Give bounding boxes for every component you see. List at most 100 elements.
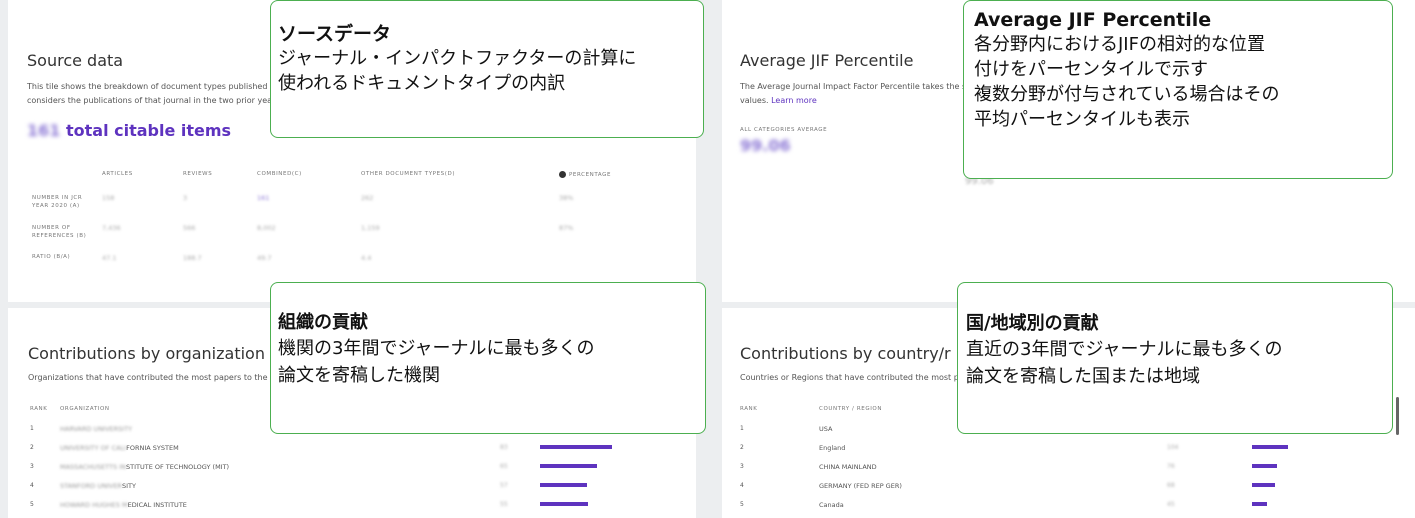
col-articles: ARTICLES <box>102 171 133 177</box>
count-cell: 45 <box>1167 501 1175 508</box>
name-cell[interactable]: England <box>819 444 845 452</box>
count-cell: 104 <box>1167 444 1179 451</box>
col-combined: COMBINED(C) <box>257 171 302 177</box>
rank-cell: 3 <box>30 463 34 470</box>
cell: 262 <box>361 194 374 202</box>
name-cell[interactable]: HARVARD UNIVERSITY <box>60 425 132 433</box>
table-row[interactable]: 5 HOWARD HUGHES MEDICAL INSTITUTE 55 <box>8 501 696 518</box>
rank-cell: 1 <box>30 425 34 432</box>
name-text: Canada <box>819 501 844 509</box>
rank-cell: 3 <box>740 463 744 470</box>
count-cell: 83 <box>500 444 508 451</box>
rank-cell: 1 <box>740 425 744 432</box>
average-jif-title: Average JIF Percentile <box>740 51 914 70</box>
table-row[interactable]: 5 Canada 45 <box>722 501 1415 518</box>
callout-body: 各分野内におけるJIFの相対的な位置 付けをパーセンタイルで示す 複数分野が付与… <box>974 34 1280 130</box>
cell: 188.7 <box>183 254 202 262</box>
col-rank: RANK <box>30 406 48 412</box>
cell: 1,159 <box>361 224 380 232</box>
name-cell[interactable]: HOWARD HUGHES MEDICAL INSTITUTE <box>60 501 187 509</box>
country-title: Contributions by country/r <box>740 344 951 363</box>
col-reviews: REVIEWS <box>183 171 213 177</box>
col-organization: ORGANIZATION <box>60 406 110 412</box>
count-bar <box>1252 445 1288 449</box>
count-bar <box>1252 464 1277 468</box>
name-blurred-part: HARVARD UNIVERSITY <box>60 425 133 433</box>
name-text: England <box>819 444 846 452</box>
callout-body: ジャーナル・インパクトファクターの計算に 使われるドキュメントタイプの内訳 <box>278 48 637 94</box>
col-percentage-label: PERCENTAGE <box>569 172 612 178</box>
name-cell[interactable]: CHINA MAINLAND <box>819 463 877 471</box>
callout-title: 国/地域別の貢献 <box>966 313 1099 334</box>
rank-cell: 4 <box>740 482 744 489</box>
cell: 566 <box>183 224 196 232</box>
cell: 8,002 <box>257 224 276 232</box>
col-percentage[interactable]: PERCENTAGE <box>559 171 611 178</box>
count-cell: 65 <box>500 463 508 470</box>
org-title: Contributions by organization <box>28 344 265 363</box>
name-text: USA <box>819 425 833 433</box>
cell-link[interactable]: 161 <box>257 194 269 202</box>
name-blurred-part: HOWARD HUGHES M <box>60 501 128 509</box>
callout-country: 国/地域別の貢献 直近の3年間でジャーナルに最も多くの 論文を寄稿した国または地… <box>957 282 1393 434</box>
name-cell[interactable]: Canada <box>819 501 844 509</box>
callout-title: ソースデータ <box>278 23 392 45</box>
name-blurred-part: MASSACHUSETTS IN <box>60 463 126 471</box>
name-cell[interactable]: STANFORD UNIVERSITY <box>60 482 136 490</box>
info-icon[interactable] <box>559 171 566 178</box>
col-rank: RANK <box>740 406 758 412</box>
col-country: COUNTRY / REGION <box>819 406 883 412</box>
count-bar <box>1252 502 1267 506</box>
rank-cell: 5 <box>740 501 744 508</box>
name-cell[interactable]: MASSACHUSETTS INSTITUTE OF TECHNOLOGY (M… <box>60 463 229 471</box>
total-count: 161 <box>27 121 61 140</box>
scrollbar[interactable] <box>1396 397 1399 435</box>
rank-cell: 2 <box>740 444 744 451</box>
cell: 47.1 <box>102 254 117 262</box>
name-cell[interactable]: USA <box>819 425 832 433</box>
source-data-title: Source data <box>27 51 124 70</box>
cell: 49.7 <box>257 254 272 262</box>
total-label: total citable items <box>65 121 232 140</box>
all-categories-label: ALL CATEGORIES AVERAGE <box>740 127 828 133</box>
count-cell: 57 <box>500 482 508 489</box>
cell: 4.4 <box>361 254 372 262</box>
count-cell: 68 <box>1167 482 1175 489</box>
callout-source-data: ソースデータ ジャーナル・インパクトファクターの計算に 使われるドキュメントタイ… <box>270 0 704 138</box>
count-bar <box>540 502 588 506</box>
row-label-ratio: RATIO (B/A) <box>32 254 71 260</box>
name-text: FORNIA SYSTEM <box>126 444 179 452</box>
callout-body: 機関の3年間でジャーナルに最も多くの 論文を寄稿した機関 <box>278 338 595 386</box>
name-text: GERMANY (FED REP GER) <box>819 482 902 490</box>
rank-cell: 5 <box>30 501 34 508</box>
row-label-number: NUMBER IN JCR YEAR 2020 (A) <box>32 195 83 209</box>
callout-title: 組織の貢献 <box>278 312 368 333</box>
rank-cell: 2 <box>30 444 34 451</box>
name-text: STITUTE OF TECHNOLOGY (MIT) <box>125 463 230 471</box>
name-text: SITY <box>121 482 136 490</box>
name-text: EDICAL INSTITUTE <box>127 501 187 509</box>
rank-cell: 4 <box>30 482 34 489</box>
col-other: OTHER DOCUMENT TYPES(D) <box>361 171 456 177</box>
callout-average-jif: Average JIF Percentile 各分野内におけるJIFの相対的な位… <box>963 0 1393 179</box>
row-label-references: NUMBER OF REFERENCES (B) <box>32 225 87 239</box>
count-cell: 76 <box>1167 463 1175 470</box>
cell: 158 <box>102 194 115 202</box>
callout-org: 組織の貢献 機関の3年間でジャーナルに最も多くの 論文を寄稿した機関 <box>270 282 706 434</box>
all-categories-value: 99.06 <box>740 136 791 155</box>
name-text: CHINA MAINLAND <box>819 463 877 471</box>
cell: 87% <box>559 224 574 232</box>
count-bar <box>1252 483 1275 487</box>
count-bar <box>540 464 597 468</box>
learn-more-link[interactable]: Learn more <box>771 96 817 105</box>
count-cell: 55 <box>500 501 508 508</box>
callout-title: Average JIF Percentile <box>974 9 1212 31</box>
name-cell[interactable]: UNIVERSITY OF CALIFORNIA SYSTEM <box>60 444 179 452</box>
name-blurred-part: UNIVERSITY OF CALI <box>60 444 127 452</box>
name-cell[interactable]: GERMANY (FED REP GER) <box>819 482 902 490</box>
total-citable-items: 161 total citable items <box>27 121 231 140</box>
cell: 38% <box>559 194 574 202</box>
cell: 3 <box>183 194 188 202</box>
cell: 7,436 <box>102 224 121 232</box>
callout-body: 直近の3年間でジャーナルに最も多くの 論文を寄稿した国または地域 <box>966 339 1283 387</box>
